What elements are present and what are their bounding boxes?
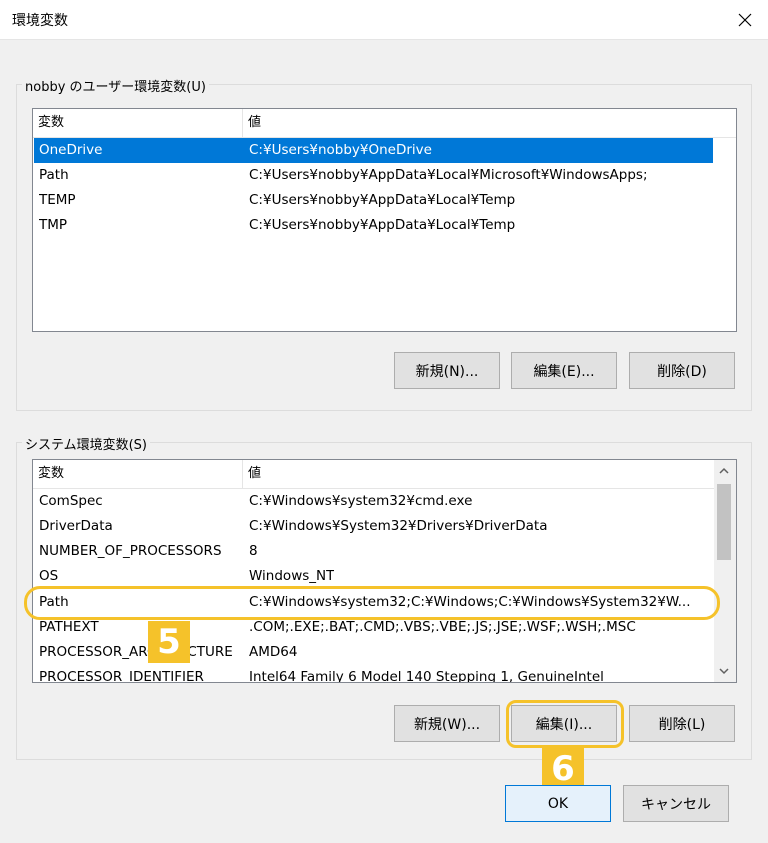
user-row-path[interactable]: Path C:¥Users¥nobby¥AppData¥Local¥Micros…: [34, 163, 713, 188]
chevron-down-icon: [719, 668, 729, 675]
user-delete-button[interactable]: 削除(D): [629, 352, 735, 389]
system-variables-label: システム環境変数(S): [22, 434, 151, 453]
title-bar: 環境変数: [0, 0, 768, 40]
system-row-driverdata[interactable]: DriverData C:¥Windows¥System32¥Drivers¥D…: [34, 514, 714, 539]
system-row-number-of-processors[interactable]: NUMBER_OF_PROCESSORS 8: [34, 539, 714, 564]
system-edit-button[interactable]: 編集(I)...: [511, 705, 617, 742]
user-row-temp[interactable]: TEMP C:¥Users¥nobby¥AppData¥Local¥Temp: [34, 188, 713, 213]
list-header: 変数 値: [33, 109, 736, 138]
close-button[interactable]: [722, 0, 768, 40]
list-header: 変数 値: [33, 460, 714, 489]
ok-button[interactable]: OK: [505, 785, 611, 822]
header-value[interactable]: 値: [243, 109, 736, 137]
system-new-button[interactable]: 新規(W)...: [394, 705, 500, 742]
system-row-comspec[interactable]: ComSpec C:¥Windows¥system32¥cmd.exe: [34, 489, 714, 514]
system-delete-button[interactable]: 削除(L): [629, 705, 735, 742]
header-variable[interactable]: 変数: [33, 460, 243, 488]
system-row-processor-identifier[interactable]: PROCESSOR_IDENTIFIER Intel64 Family 6 Mo…: [34, 665, 714, 682]
close-icon: [738, 13, 752, 27]
system-row-pathext[interactable]: PATHEXT .COM;.EXE;.BAT;.CMD;.VBS;.VBE;.J…: [34, 615, 714, 640]
window-title: 環境変数: [12, 13, 68, 29]
system-row-processor-architecture[interactable]: PROCESSOR_ARCHITECTURE AMD64: [34, 640, 714, 665]
chevron-up-icon: [719, 467, 729, 474]
user-row-onedrive[interactable]: OneDrive C:¥Users¥nobby¥OneDrive: [34, 138, 713, 163]
scroll-up-button[interactable]: [714, 460, 734, 482]
scroll-thumb[interactable]: [717, 484, 731, 560]
system-row-os[interactable]: OS Windows_NT: [34, 564, 714, 589]
vertical-scrollbar[interactable]: [714, 460, 736, 682]
user-row-tmp[interactable]: TMP C:¥Users¥nobby¥AppData¥Local¥Temp: [34, 213, 713, 238]
step-6-badge: 6: [542, 748, 584, 790]
user-variables-label: nobby のユーザー環境変数(U): [22, 76, 209, 95]
system-row-path[interactable]: Path C:¥Windows¥system32;C:¥Windows;C:¥W…: [34, 590, 714, 615]
cancel-button[interactable]: キャンセル: [623, 785, 729, 822]
step-5-badge: 5: [148, 621, 190, 663]
user-edit-button[interactable]: 編集(E)...: [511, 352, 617, 389]
header-variable[interactable]: 変数: [33, 109, 243, 137]
system-variables-list[interactable]: 変数 値 ComSpec C:¥Windows¥system32¥cmd.exe…: [32, 459, 737, 683]
scroll-down-button[interactable]: [714, 660, 734, 682]
user-variables-list[interactable]: 変数 値 OneDrive C:¥Users¥nobby¥OneDrive Pa…: [32, 108, 737, 332]
user-new-button[interactable]: 新規(N)...: [394, 352, 500, 389]
header-value[interactable]: 値: [243, 460, 714, 488]
